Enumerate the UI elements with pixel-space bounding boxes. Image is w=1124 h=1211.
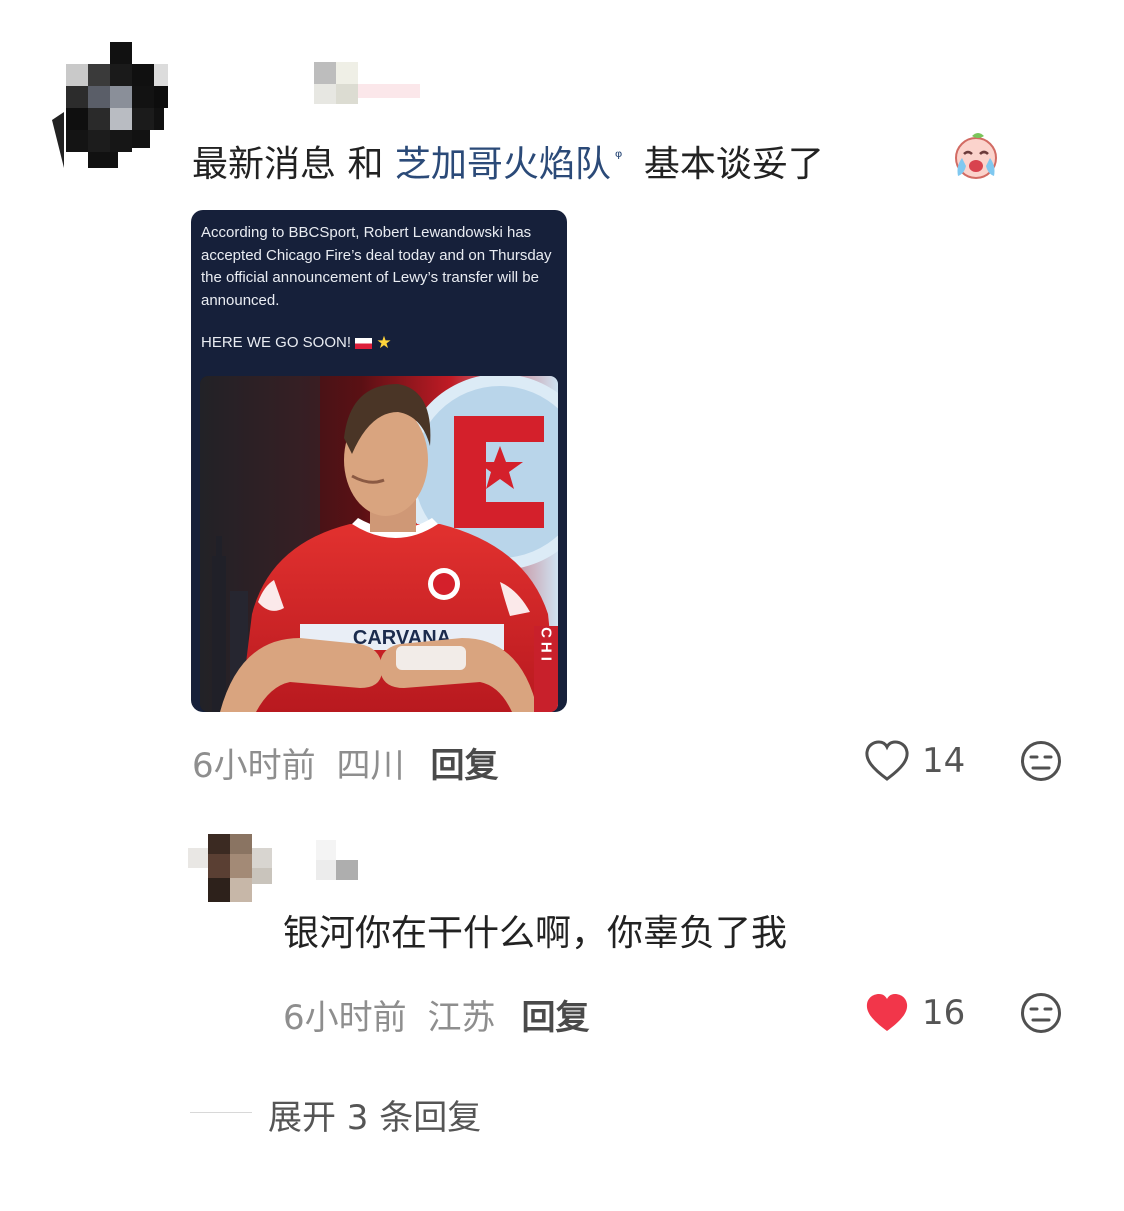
username[interactable] — [314, 62, 420, 104]
tweet-cta: HERE WE GO SOON! ★ — [201, 333, 392, 353]
search-icon[interactable]: ᵠ — [615, 147, 622, 168]
comment-time: 6小时前 — [192, 746, 316, 786]
comment-image[interactable]: According to BBCSport, Robert Lewandowsk… — [191, 210, 567, 712]
star-icon: ★ — [376, 333, 392, 352]
reply-time: 6小时前 — [283, 998, 407, 1038]
player-photo: CARVANA CHI — [200, 376, 558, 712]
crying-face-emoji — [950, 130, 1002, 180]
comment-text: 最新消息 和 芝加哥火焰队 ᵠ 基本谈妥了 — [192, 136, 824, 187]
reply-dislike-button[interactable] — [1020, 992, 1062, 1038]
meh-face-icon — [1021, 993, 1061, 1033]
topic-link[interactable]: 芝加哥火焰队 — [395, 144, 611, 185]
expand-replies-button[interactable]: 展开 3 条回复 — [268, 1090, 481, 1139]
reply-like-button[interactable]: 16 — [864, 990, 965, 1036]
heart-outline-icon — [865, 740, 909, 781]
comment-meta: 6小时前 四川 回复 — [192, 738, 498, 787]
meh-face-icon — [1021, 741, 1061, 781]
tweet-text: According to BBCSport, Robert Lewandowsk… — [201, 224, 552, 309]
reply-like-count: 16 — [922, 993, 966, 1033]
like-button[interactable]: 14 — [864, 738, 965, 784]
comment-location: 四川 — [336, 746, 405, 786]
reply-button[interactable]: 回复 — [430, 746, 498, 786]
dislike-button[interactable] — [1020, 740, 1062, 786]
tweet-cta-text: HERE WE GO SOON! — [201, 333, 356, 351]
heart-filled-icon — [866, 994, 908, 1031]
comment-text-after: 基本谈妥了 — [632, 144, 824, 185]
poland-flag-icon — [355, 337, 373, 349]
avatar[interactable] — [52, 42, 168, 168]
reply-username[interactable] — [316, 840, 358, 882]
reply-avatar[interactable] — [188, 830, 274, 906]
comment-text-before: 最新消息 和 — [192, 144, 395, 185]
expand-divider — [190, 1112, 252, 1113]
reply-location: 江苏 — [427, 998, 496, 1038]
photo-scarf-text: CHI — [538, 627, 555, 665]
reply-text: 银河你在干什么啊，你辜负了我 — [283, 913, 788, 954]
reply-reply-button[interactable]: 回复 — [521, 998, 589, 1038]
like-count: 14 — [922, 741, 966, 781]
reply-meta: 6小时前 江苏 回复 — [283, 990, 589, 1039]
